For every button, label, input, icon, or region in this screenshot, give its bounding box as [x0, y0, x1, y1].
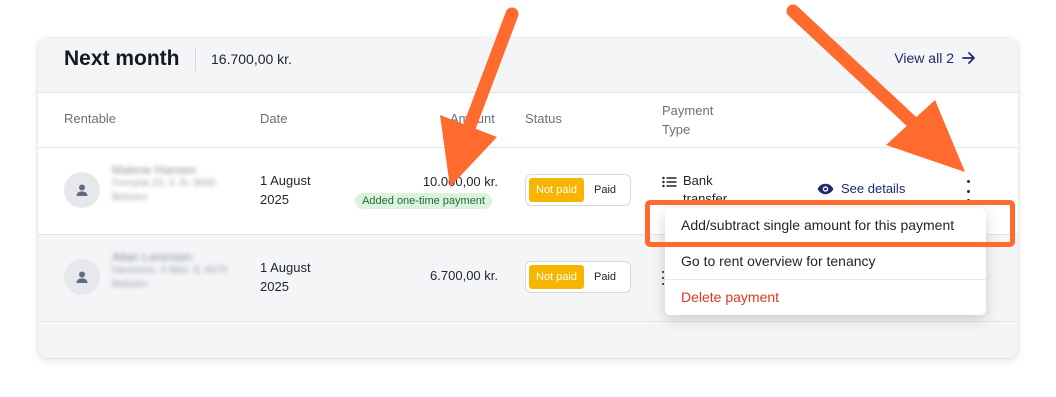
column-date: Date: [260, 111, 288, 126]
column-rentable: Rentable: [64, 111, 117, 126]
date-line2: 2025: [260, 192, 289, 207]
payment-amount: 6.700,00 kr.: [430, 268, 498, 283]
list-icon: [662, 176, 677, 188]
tenant-address: Hannnesr. 3 tbbn. 8, 8470: [112, 265, 228, 276]
payment-amount: 10.000,00 kr.: [422, 174, 498, 189]
eye-icon: [817, 183, 834, 194]
menu-item-delete-payment[interactable]: Delete payment: [665, 280, 986, 315]
column-payment-type-line2: Type: [662, 122, 691, 137]
date-line1: 1 August: [260, 173, 311, 188]
status-toggle: Not paid Paid: [525, 174, 631, 206]
tenant-unit: Beboerr: [112, 192, 148, 203]
tenant-info: Allan Lorensen Hannnesr. 3 tbbn. 8, 8470…: [112, 250, 227, 292]
column-payment-type-line1: Payment: [662, 103, 714, 118]
user-icon: [76, 271, 88, 283]
user-icon: [76, 184, 88, 196]
tenant-info: Malene Hansen Ferrrpsk 23, 3. th. 8000 B…: [112, 163, 216, 205]
see-details-label: See details: [841, 181, 906, 196]
status-paid-button[interactable]: Paid: [586, 265, 624, 289]
table-header: Rentable Date Amount Status Payment Type: [38, 93, 1018, 148]
section-title: Next month: [64, 47, 180, 70]
total-amount: 16.700,00 kr.: [211, 51, 292, 67]
payment-type: Bank transfer: [662, 172, 727, 208]
column-status: Status: [525, 111, 562, 126]
avatar: [64, 172, 100, 208]
column-payment-type: Payment Type: [662, 101, 713, 139]
payment-type-line1: Bank: [683, 173, 713, 188]
column-amount: Amount: [450, 111, 495, 126]
see-details-link[interactable]: See details: [817, 181, 905, 196]
view-all-label: View all 2: [894, 50, 954, 66]
date-line1: 1 August: [260, 260, 311, 275]
avatar: [64, 259, 100, 295]
status-not-paid-button[interactable]: Not paid: [529, 178, 584, 202]
tenant-unit: Beboerr: [112, 279, 148, 290]
tenant-address: Ferrrpsk 23, 3. th. 8000: [112, 178, 216, 189]
row-actions-menu: Add/subtract single amount for this paym…: [665, 208, 986, 315]
status-toggle: Not paid Paid: [525, 261, 631, 293]
payment-type-line2: transfer: [683, 191, 728, 206]
tenant-name: Allan Lorensen: [112, 250, 193, 264]
arrow-right-icon: [962, 52, 975, 64]
menu-item-rent-overview[interactable]: Go to rent overview for tenancy: [665, 244, 986, 280]
tenant-name: Malene Hansen: [112, 163, 197, 177]
card-header: Next month 16.700,00 kr. View all 2: [38, 38, 1018, 92]
payment-date: 1 August 2025: [260, 258, 311, 296]
status-paid-button[interactable]: Paid: [586, 178, 624, 202]
date-line2: 2025: [260, 279, 289, 294]
view-all-link[interactable]: View all 2: [894, 50, 976, 66]
more-options-icon[interactable]: [962, 180, 974, 202]
status-not-paid-button[interactable]: Not paid: [529, 265, 584, 289]
one-time-payment-badge: Added one-time payment: [355, 193, 492, 209]
header-divider: [195, 47, 196, 71]
payment-date: 1 August 2025: [260, 171, 311, 209]
menu-item-add-subtract-amount[interactable]: Add/subtract single amount for this paym…: [665, 208, 986, 244]
